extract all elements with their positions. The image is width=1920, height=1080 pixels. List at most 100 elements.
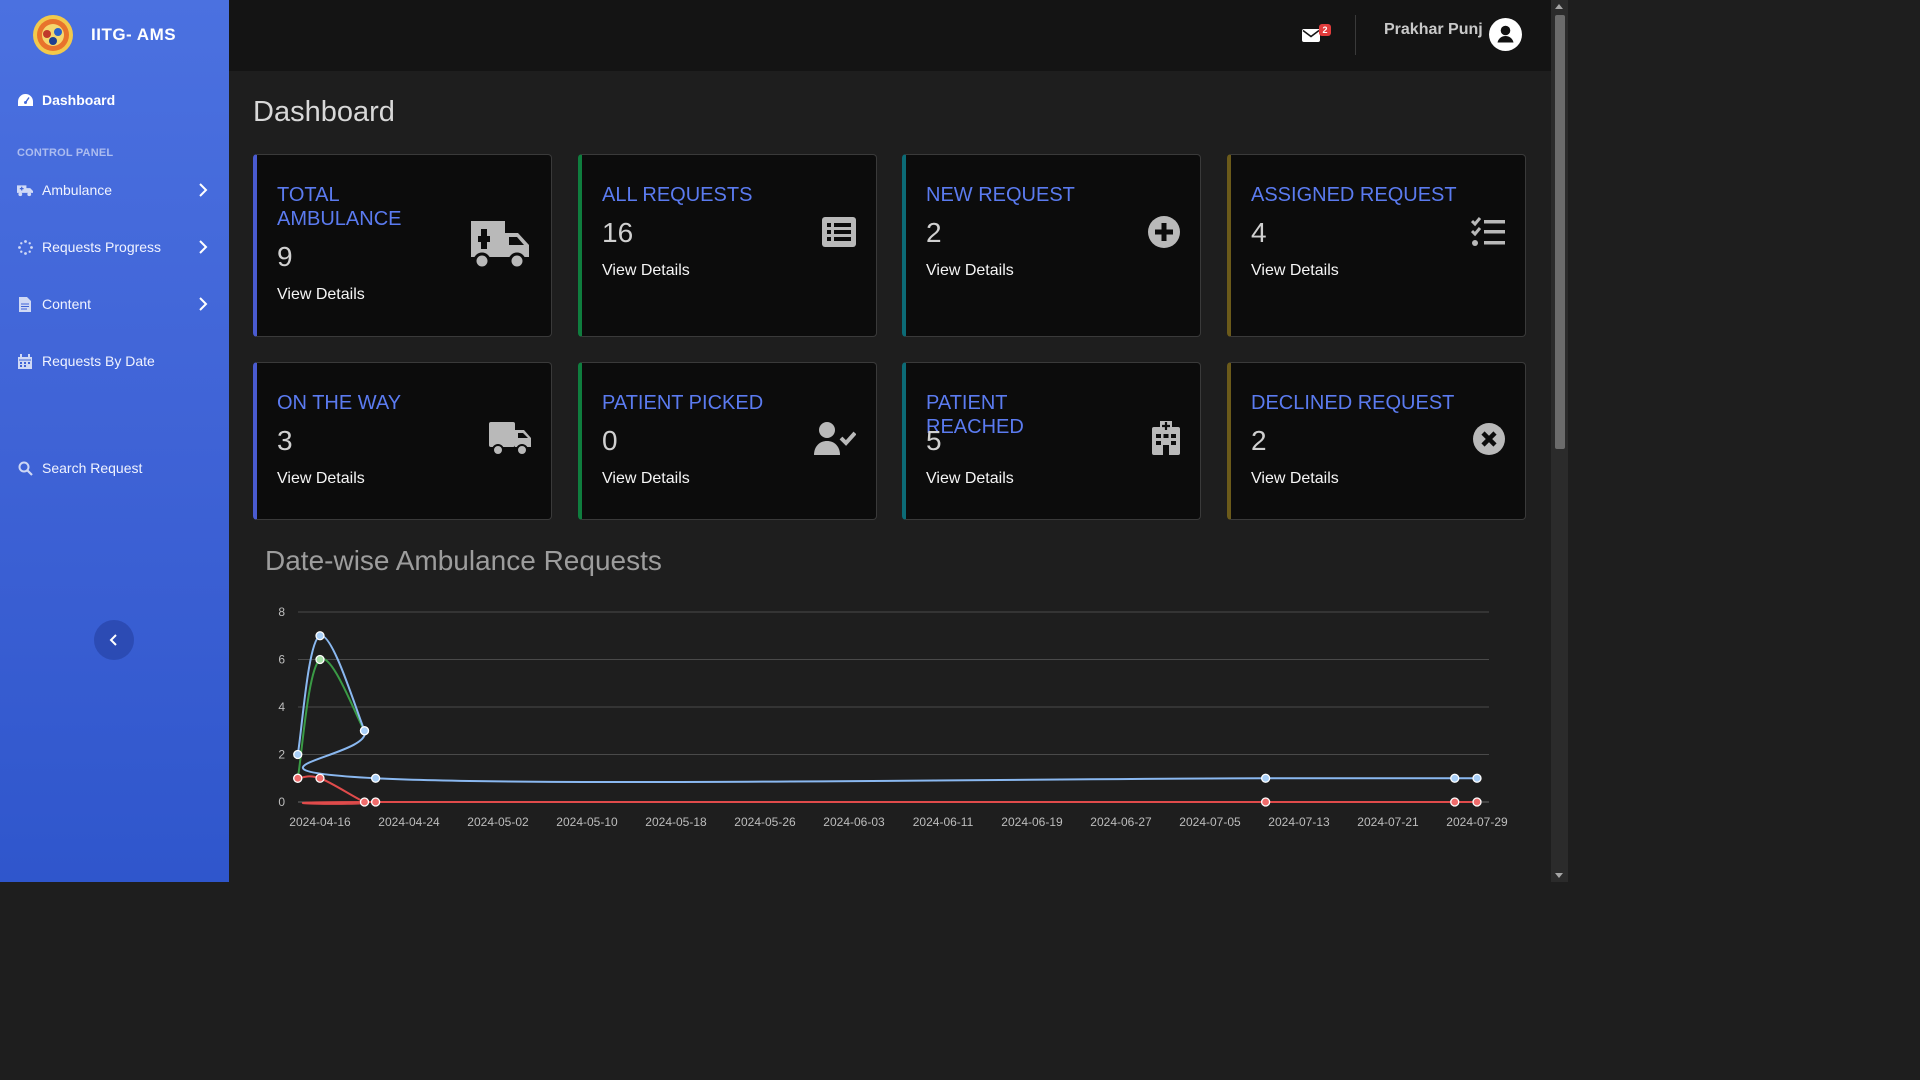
scroll-down-arrow[interactable] <box>1555 873 1563 878</box>
data-point <box>293 749 303 760</box>
truck-icon <box>489 422 531 456</box>
chevron-right-icon <box>199 183 208 197</box>
data-point <box>315 631 325 641</box>
data-point <box>1472 797 1482 807</box>
sidebar-item-label: Ambulance <box>42 182 113 198</box>
card-title: PATIENT REACHED <box>926 392 1024 438</box>
x-tick-label: 2024-06-27 <box>1090 815 1152 829</box>
sidebar-item-label: Search Request <box>42 460 143 476</box>
data-point <box>1260 797 1271 807</box>
x-tick-label: 2024-07-05 <box>1179 815 1241 829</box>
view-details-link[interactable]: View Details <box>277 470 365 488</box>
y-tick-label: 6 <box>278 653 285 667</box>
file-icon <box>17 296 33 312</box>
y-tick-label: 8 <box>278 605 285 619</box>
x-tick-label: 2024-07-13 <box>1268 815 1330 829</box>
user-name[interactable]: Prakhar Punj <box>1384 21 1483 39</box>
sidebar-item-requests-by-date[interactable]: Requests By Date <box>0 343 229 379</box>
chevron-left-icon <box>109 634 117 646</box>
gauge-icon <box>17 92 33 108</box>
view-details-link[interactable]: View Details <box>926 470 1014 488</box>
card-title: NEW REQUEST <box>926 184 1075 206</box>
x-tick-label: 2024-06-11 <box>913 815 974 829</box>
app-name: IITG- AMS <box>91 25 177 44</box>
card-patient-picked: PATIENT PICKED 0 View Details <box>578 362 877 520</box>
data-point <box>370 773 381 783</box>
data-point <box>1450 797 1460 807</box>
x-tick-label: 2024-07-21 <box>1357 815 1419 829</box>
y-tick-label: 2 <box>278 748 285 762</box>
card-count: 9 <box>277 241 293 272</box>
topbar: 2 Prakhar Punj <box>229 0 1551 71</box>
sidebar-item-search-request[interactable]: Search Request <box>0 450 229 486</box>
x-circle-icon <box>1473 423 1505 455</box>
scroll-up-arrow[interactable] <box>1555 4 1563 9</box>
card-count: 4 <box>1251 217 1267 248</box>
list-icon <box>822 217 856 247</box>
data-point <box>293 773 303 783</box>
sidebar-collapse-button[interactable] <box>94 620 134 660</box>
x-tick-label: 2024-04-24 <box>378 815 440 829</box>
checklist-icon <box>1471 217 1505 246</box>
x-tick-label: 2024-05-18 <box>645 815 707 829</box>
sidebar-item-label: Dashboard <box>42 92 116 108</box>
view-details-link[interactable]: View Details <box>1251 262 1339 280</box>
page-title: Dashboard <box>253 96 395 128</box>
view-details-link[interactable]: View Details <box>277 286 365 304</box>
mail-count-badge: 2 <box>1319 24 1331 36</box>
iitg-logo-icon <box>33 15 73 55</box>
card-total-ambulance: TOTAL AMBULANCE 9 View Details <box>253 154 552 337</box>
data-point <box>1260 773 1271 783</box>
chevron-right-icon <box>199 297 208 311</box>
plus-circle-icon <box>1148 216 1180 248</box>
page-scrollbar[interactable] <box>1551 0 1568 882</box>
ambulance-icon <box>17 182 33 198</box>
sidebar-item-label: Requests By Date <box>42 353 155 369</box>
x-tick-label: 2024-05-26 <box>734 815 796 829</box>
sidebar-item-ambulance[interactable]: Ambulance <box>0 172 229 208</box>
data-point <box>315 773 325 783</box>
data-point <box>370 797 381 807</box>
x-tick-label: 2024-04-16 <box>289 815 351 829</box>
scroll-thumb[interactable] <box>1555 15 1565 449</box>
envelope-icon <box>1302 29 1320 42</box>
sidebar-item-dashboard[interactable]: Dashboard <box>0 82 229 118</box>
sidebar-item-content[interactable]: Content <box>0 286 229 322</box>
x-tick-label: 2024-05-10 <box>556 815 618 829</box>
card-title: ALL REQUESTS <box>602 184 753 206</box>
card-all-requests: ALL REQUESTS 16 View Details <box>578 154 877 337</box>
card-count: 0 <box>602 425 618 456</box>
spinner-icon <box>17 239 33 255</box>
card-on-the-way: ON THE WAY 3 View Details <box>253 362 552 520</box>
data-point <box>315 654 325 665</box>
view-details-link[interactable]: View Details <box>1251 470 1339 488</box>
hospital-icon <box>1152 421 1180 455</box>
card-declined-request: DECLINED REQUEST 2 View Details <box>1227 362 1526 520</box>
card-title: DECLINED REQUEST <box>1251 392 1455 414</box>
card-count: 3 <box>277 425 293 456</box>
avatar[interactable] <box>1489 18 1522 51</box>
view-details-link[interactable]: View Details <box>602 470 690 488</box>
ambulance-icon <box>471 221 529 269</box>
series-line <box>296 634 1480 784</box>
user-icon <box>1490 19 1521 50</box>
view-details-link[interactable]: View Details <box>926 262 1014 280</box>
control-panel-label: CONTROL PANEL <box>17 147 114 159</box>
card-new-request: NEW REQUEST 2 View Details <box>902 154 1201 337</box>
search-icon <box>17 460 33 476</box>
card-count: 2 <box>926 217 942 248</box>
view-details-link[interactable]: View Details <box>602 262 690 280</box>
sidebar-item-label: Requests Progress <box>42 239 162 255</box>
card-title: TOTAL AMBULANCE <box>277 184 402 230</box>
sidebar-item-requests-progress[interactable]: Requests Progress <box>0 229 229 265</box>
chevron-right-icon <box>199 240 208 254</box>
user-check-icon <box>814 422 856 455</box>
sidebar: IITG- AMS Dashboard CONTROL PANEL Ambula… <box>0 0 229 882</box>
card-title: ON THE WAY <box>277 392 402 414</box>
sidebar-item-label: Content <box>42 296 92 312</box>
requests-line-chart: 0 2 4 6 8 2024-04-16 2024-04-24 2024-05-02 2024-… <box>278 605 1508 829</box>
card-count: 16 <box>602 217 634 248</box>
brand[interactable]: IITG- AMS <box>32 14 176 56</box>
messages-button[interactable]: 2 <box>1302 23 1334 49</box>
x-tick-label: 2024-05-02 <box>467 815 529 829</box>
